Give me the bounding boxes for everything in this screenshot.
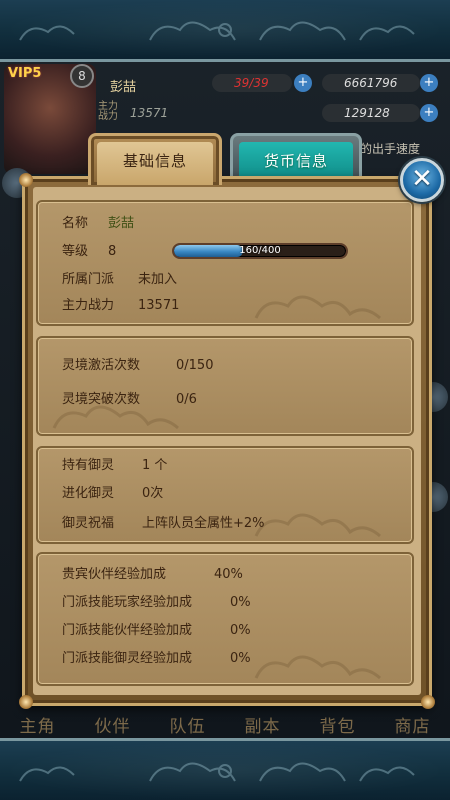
tab-basic-label: 基础信息 (122, 152, 187, 170)
sect-label: 所属门派 (62, 272, 115, 287)
corner-ornament-icon (19, 695, 33, 709)
spirit-evolved-row: 进化御灵 0次 (62, 484, 163, 504)
exp-progress-text: 160/400 (239, 245, 281, 256)
vip-partner-exp-label: 贵宾伙伴经验加成 (62, 567, 167, 582)
level-row: 等级 8 (62, 242, 116, 262)
sect-spirit-exp-value: 0% (230, 651, 251, 666)
background-power-label: 主力战力 (98, 101, 118, 122)
realm-activate-value: 0/150 (176, 358, 214, 373)
sect-spirit-exp-row: 门派技能御灵经验加成 0% (62, 649, 251, 669)
gems-value: 129128 (344, 106, 390, 120)
exp-progress-bar: 160/400 (172, 243, 348, 259)
spirit-owned-value: 1 个 (142, 458, 168, 473)
spirit-evolved-label: 进化御灵 (62, 486, 115, 501)
cloud-pattern-icon (19, 21, 415, 41)
cloud-pattern-icon (19, 762, 415, 782)
sect-spirit-exp-label: 门派技能御灵经验加成 (62, 651, 193, 666)
top-frame (0, 0, 450, 62)
cloud-watermark-icon (254, 655, 381, 680)
name-value: 彭喆 (108, 216, 135, 231)
bottom-frame (0, 738, 450, 800)
name-label: 名称 (62, 216, 89, 231)
spirit-blessing-row: 御灵祝福 上阵队员全属性+2% (62, 514, 265, 534)
vip-badge: VIP5 (8, 66, 42, 81)
stamina-value: 39/39 (234, 76, 269, 90)
spirit-realm-section (36, 336, 414, 436)
sect-row: 所属门派 未加入 (62, 270, 177, 290)
sect-partner-exp-value: 0% (230, 623, 251, 638)
realm-breakthrough-row: 灵境突破次数 0/6 (62, 390, 197, 410)
level-label: 等级 (62, 244, 89, 259)
add-coins-button[interactable]: + (420, 74, 438, 92)
name-row: 名称 彭喆 (62, 214, 134, 234)
sect-partner-exp-label: 门派技能伙伴经验加成 (62, 623, 193, 638)
realm-breakthrough-label: 灵境突破次数 (62, 392, 141, 407)
sect-value: 未加入 (138, 272, 178, 287)
add-gems-button[interactable]: + (420, 104, 438, 122)
cloud-watermark-icon (254, 513, 381, 538)
spirit-evolved-value: 0次 (142, 486, 164, 501)
vip-partner-exp-value: 40% (214, 567, 243, 582)
bottom-nav: 主角 伙伴 队伍 副本 背包 商店 (0, 710, 450, 738)
corner-ornament-icon (19, 173, 33, 187)
gems-pill: 129128 (322, 104, 420, 122)
background-speed-text: 的出手速度 (360, 142, 421, 156)
tab-currency-label: 货币信息 (263, 152, 328, 170)
realm-activate-row: 灵境激活次数 0/150 (62, 356, 213, 376)
realm-breakthrough-value: 0/6 (176, 392, 197, 407)
power-value: 13571 (138, 298, 180, 313)
coins-value: 6661796 (344, 76, 398, 90)
spirit-owned-label: 持有御灵 (62, 458, 115, 473)
nav-hero[interactable]: 主角 (20, 712, 56, 737)
tab-currency-info[interactable]: 货币信息 (230, 133, 362, 181)
sect-partner-exp-row: 门派技能伙伴经验加成 0% (62, 621, 251, 641)
close-icon: ✕ (411, 164, 433, 194)
player-level-badge: 8 (70, 64, 94, 88)
nav-bag[interactable]: 背包 (320, 712, 356, 737)
cloud-watermark-icon (254, 295, 381, 320)
power-row: 主力战力 13571 (62, 296, 179, 316)
nav-team[interactable]: 队伍 (170, 712, 206, 737)
nav-shop[interactable]: 商店 (395, 712, 431, 737)
spirit-owned-row: 持有御灵 1 个 (62, 456, 167, 476)
sect-player-exp-row: 门派技能玩家经验加成 0% (62, 593, 251, 613)
player-name: 彭喆 (110, 80, 137, 95)
coins-pill: 6661796 (322, 74, 420, 92)
stamina-pill: 39/39 (212, 74, 292, 92)
sect-player-exp-label: 门派技能玩家经验加成 (62, 595, 193, 610)
vip-partner-exp-row: 贵宾伙伴经验加成 40% (62, 565, 243, 585)
sect-player-exp-value: 0% (230, 595, 251, 610)
background-power-value: 13571 (130, 106, 169, 120)
power-label: 主力战力 (62, 298, 115, 313)
tab-basic-info[interactable]: 基础信息 (88, 133, 222, 185)
level-value: 8 (108, 244, 117, 259)
nav-partner[interactable]: 伙伴 (95, 712, 131, 737)
corner-ornament-icon (421, 695, 435, 709)
realm-activate-label: 灵境激活次数 (62, 358, 141, 373)
spirit-blessing-value: 上阵队员全属性+2% (142, 516, 265, 531)
spirit-blessing-label: 御灵祝福 (62, 516, 115, 531)
close-button[interactable]: ✕ (400, 158, 444, 202)
nav-dungeon[interactable]: 副本 (245, 712, 281, 737)
add-stamina-button[interactable]: + (294, 74, 312, 92)
